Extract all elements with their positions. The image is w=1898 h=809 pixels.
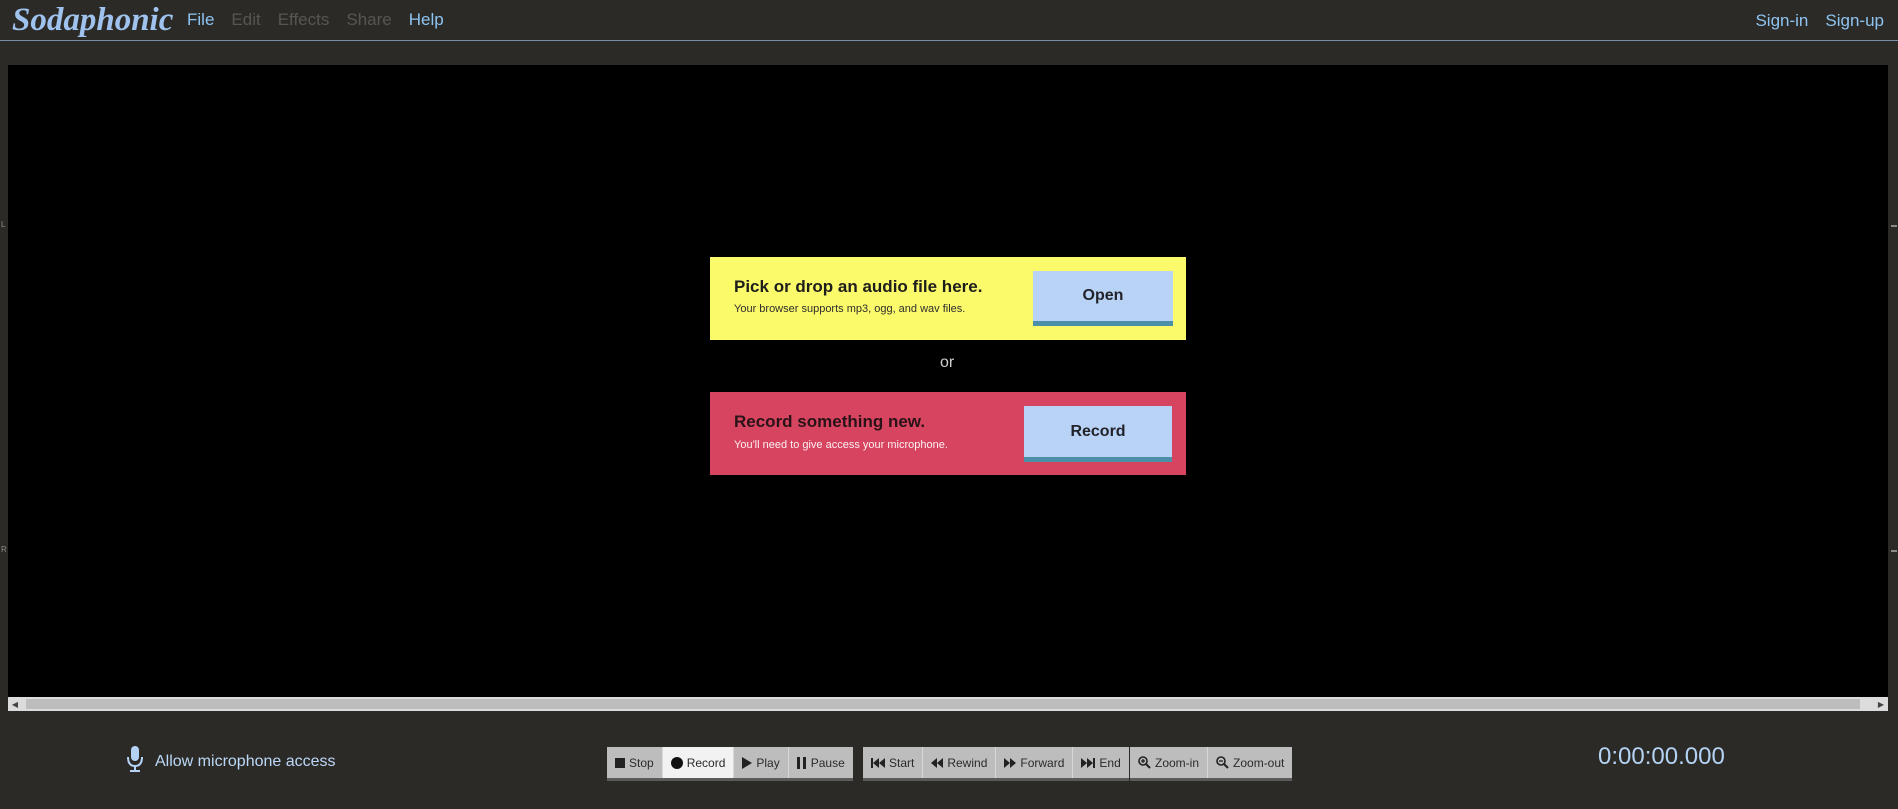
allow-microphone-link[interactable]: Allow microphone access	[155, 753, 336, 771]
pause-icon	[796, 756, 807, 769]
open-card-title: Pick or drop an audio file here.	[734, 277, 983, 296]
skip-start-icon	[871, 757, 885, 768]
auth-links: Sign-in Sign-up	[1738, 0, 1884, 42]
end-button[interactable]: End	[1073, 747, 1128, 778]
stop-icon	[615, 757, 625, 768]
zoom-out-icon	[1216, 756, 1229, 769]
transport-controls: Stop Record Play Pause	[607, 747, 853, 781]
top-bar: Sodaphonic File Edit Effects Share Help …	[0, 0, 1898, 41]
play-icon	[742, 756, 753, 769]
end-label: End	[1099, 755, 1121, 770]
scroll-left-icon[interactable]: ◀	[8, 697, 22, 711]
main-menu: File Edit Effects Share Help	[187, 0, 461, 40]
open-card-subtitle: Your browser supports mp3, ogg, and wav …	[734, 303, 966, 315]
horizontal-scrollbar[interactable]: ◀ ▶	[8, 697, 1888, 711]
right-channel-label: R	[1, 545, 7, 554]
sign-in-link[interactable]: Sign-in	[1755, 11, 1808, 31]
or-separator: or	[940, 354, 955, 371]
menu-help[interactable]: Help	[409, 10, 444, 30]
open-file-card[interactable]: Pick or drop an audio file here. Your br…	[710, 257, 1186, 340]
seek-controls: Start Rewind Forward End	[863, 747, 1129, 781]
scroll-thumb[interactable]	[26, 699, 1860, 709]
microphone-icon[interactable]	[126, 745, 144, 778]
skip-end-icon	[1081, 757, 1096, 768]
zoom-out-label: Zoom-out	[1233, 755, 1285, 770]
rewind-icon	[931, 757, 944, 768]
left-channel-tick	[1891, 225, 1897, 227]
right-channel-tick	[1891, 550, 1897, 552]
waveform-canvas[interactable]	[8, 65, 1888, 697]
record-icon	[670, 756, 683, 769]
play-label: Play	[756, 755, 780, 770]
stop-button[interactable]: Stop	[607, 747, 663, 778]
zoom-in-button[interactable]: Zoom-in	[1130, 747, 1209, 778]
time-display: 0:00:00.000	[1598, 743, 1725, 770]
record-card-subtitle: You'll need to give access your micropho…	[734, 439, 948, 451]
forward-label: Forward	[1020, 755, 1065, 770]
rewind-button[interactable]: Rewind	[923, 747, 997, 778]
play-button[interactable]: Play	[734, 747, 789, 778]
menu-share: Share	[346, 10, 392, 29]
rewind-label: Rewind	[947, 755, 988, 770]
start-button[interactable]: Start	[863, 747, 924, 778]
record-button[interactable]: Record	[662, 747, 735, 778]
record-card-button[interactable]: Record	[1024, 406, 1172, 462]
zoom-out-button[interactable]: Zoom-out	[1208, 747, 1292, 778]
record-card-title: Record something new.	[734, 412, 926, 431]
fast-forward-icon	[1004, 757, 1017, 768]
scroll-right-icon[interactable]: ▶	[1874, 697, 1888, 711]
left-channel-label: L	[1, 220, 6, 229]
pause-button[interactable]: Pause	[789, 747, 853, 778]
sign-up-link[interactable]: Sign-up	[1825, 11, 1884, 31]
forward-button[interactable]: Forward	[996, 747, 1074, 778]
zoom-in-label: Zoom-in	[1155, 755, 1200, 770]
open-button[interactable]: Open	[1033, 271, 1173, 326]
menu-edit: Edit	[231, 10, 261, 29]
record-label: Record	[686, 755, 726, 770]
menu-effects: Effects	[277, 10, 330, 29]
pause-label: Pause	[810, 755, 845, 770]
menu-file[interactable]: File	[187, 10, 214, 30]
record-card: Record something new. You'll need to giv…	[710, 392, 1186, 475]
zoom-in-icon	[1138, 756, 1151, 769]
start-label: Start	[889, 755, 915, 770]
zoom-controls: Zoom-in Zoom-out	[1130, 747, 1293, 781]
stop-label: Stop	[629, 755, 654, 770]
app-logo[interactable]: Sodaphonic	[12, 0, 173, 40]
